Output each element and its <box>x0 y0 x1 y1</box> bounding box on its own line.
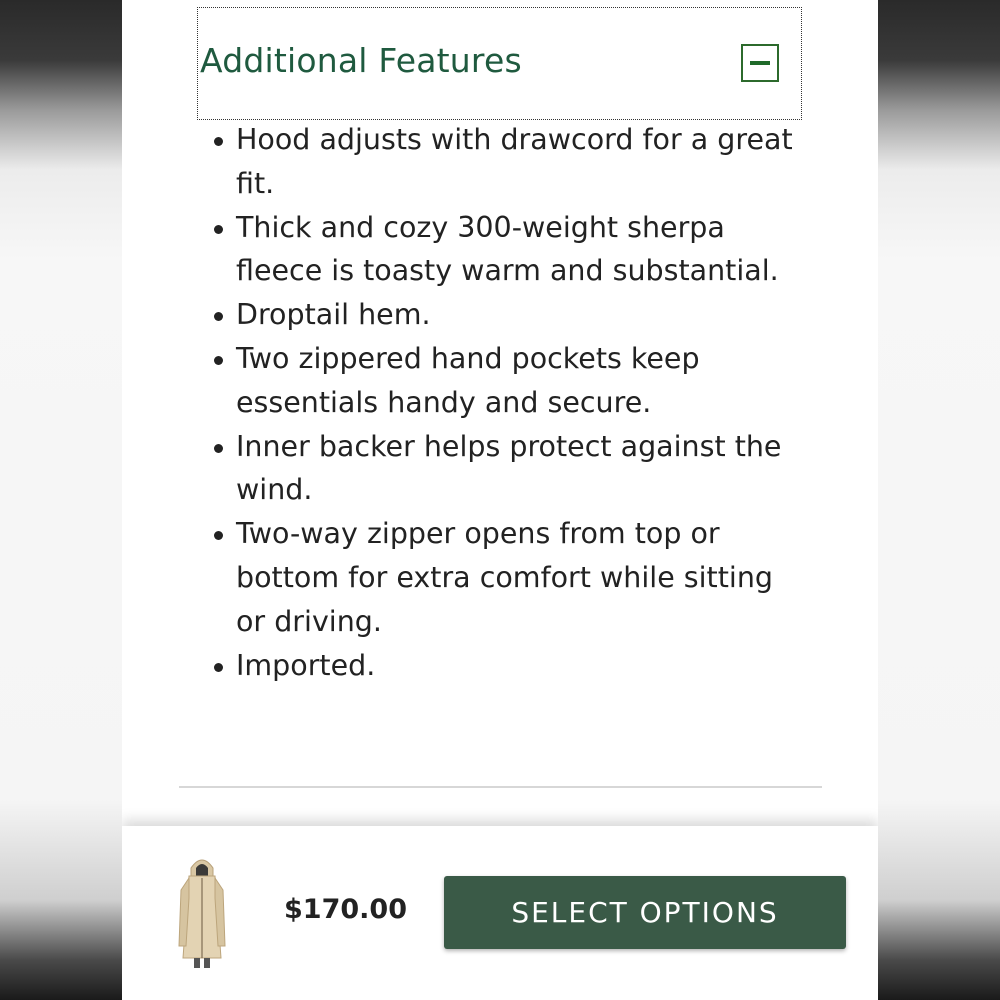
select-options-label: SELECT OPTIONS <box>511 896 779 929</box>
list-item: Two-way zipper opens from top or bottom … <box>214 512 806 643</box>
list-item: Imported. <box>214 644 806 688</box>
features-list: Hood adjusts with drawcord for a great f… <box>212 118 806 687</box>
sticky-purchase-bar: $170.00 SELECT OPTIONS <box>122 826 878 1000</box>
list-item: Hood adjusts with drawcord for a great f… <box>214 118 806 206</box>
accordion-title: Additional Features <box>200 41 522 80</box>
minus-icon <box>750 61 770 65</box>
list-item: Inner backer helps protect against the w… <box>214 425 806 513</box>
background-left <box>0 0 122 1000</box>
select-options-button[interactable]: SELECT OPTIONS <box>444 876 846 949</box>
price: $170.00 <box>284 894 407 925</box>
background-right <box>878 0 1000 1000</box>
product-page: Additional Features Hood adjusts with dr… <box>122 0 878 1000</box>
list-item: Two zippered hand pockets keep essential… <box>214 337 806 425</box>
collapse-button[interactable] <box>741 44 779 82</box>
list-item: Droptail hem. <box>214 293 806 337</box>
divider <box>179 786 822 788</box>
additional-features-accordion-header[interactable]: Additional Features <box>197 7 802 120</box>
list-item: Thick and cozy 300-weight sherpa fleece … <box>214 206 806 294</box>
product-thumbnail[interactable] <box>177 854 227 970</box>
